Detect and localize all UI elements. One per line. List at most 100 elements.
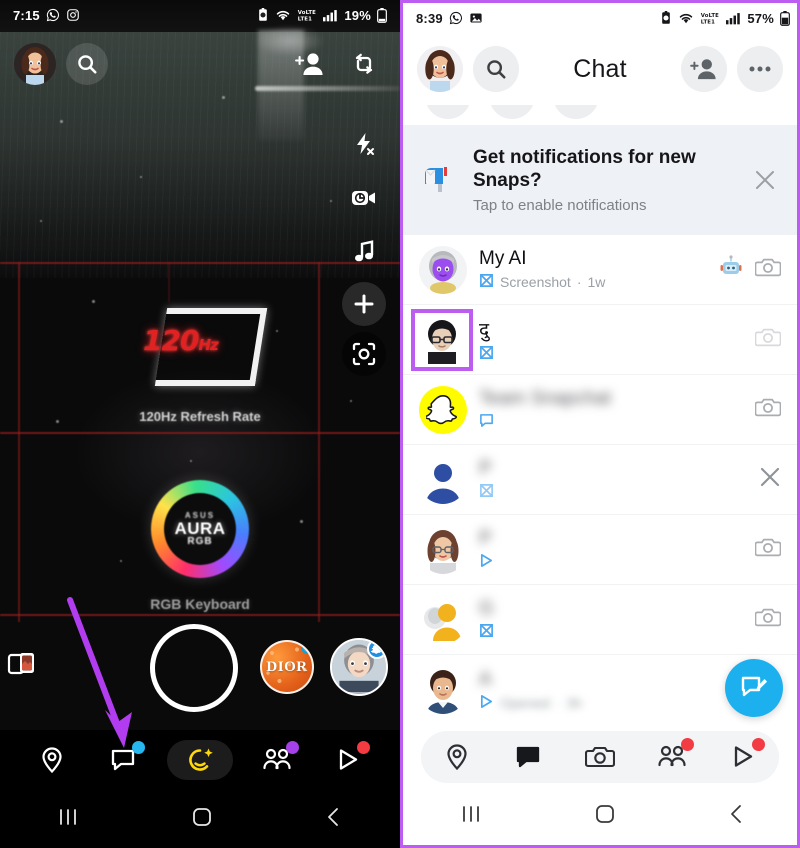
flip-camera-icon[interactable] xyxy=(342,43,386,85)
nav-spotlight-badge xyxy=(752,738,766,751)
music-icon[interactable] xyxy=(340,228,388,276)
nav-friends[interactable] xyxy=(249,740,305,780)
avatar[interactable] xyxy=(419,385,467,434)
snap-sent-icon xyxy=(479,483,494,501)
profile-avatar-button[interactable] xyxy=(14,43,56,85)
volte-icon: VoLTE LTE1 xyxy=(700,11,720,25)
aura-title: AURA xyxy=(174,518,226,538)
chat-time: 1w xyxy=(587,274,606,290)
close-icon[interactable] xyxy=(751,166,779,194)
lens-dior[interactable]: DIOR xyxy=(260,640,314,694)
home-button[interactable] xyxy=(190,805,214,834)
signal-icon xyxy=(323,9,338,22)
chat-list: My AI Screenshot · 1w दु Team Snapchat P… xyxy=(403,235,797,733)
snap-received-icon xyxy=(479,273,494,291)
nav-map[interactable] xyxy=(24,740,80,780)
whatsapp-icon xyxy=(46,8,60,22)
camera-icon[interactable] xyxy=(754,605,782,634)
alarm-icon xyxy=(257,8,269,22)
nav-spotlight[interactable] xyxy=(715,737,771,777)
avatar[interactable] xyxy=(419,595,467,644)
camera-icon[interactable] xyxy=(754,325,782,354)
notification-banner[interactable]: Get notifications for new Snaps? Tap to … xyxy=(403,125,797,235)
lens-new-dot xyxy=(301,642,312,654)
scan-icon[interactable] xyxy=(342,332,386,376)
chat-dot: · xyxy=(576,274,582,290)
camera-icon[interactable] xyxy=(754,535,782,564)
nav-camera[interactable] xyxy=(572,737,628,777)
page-title: Chat xyxy=(573,54,627,83)
chat-name: दु xyxy=(479,320,490,341)
snap-opened-icon xyxy=(479,694,494,712)
back-button[interactable] xyxy=(323,806,345,833)
new-chat-button[interactable] xyxy=(725,659,783,717)
shutter-button[interactable] xyxy=(150,624,238,712)
notification-title: Get notifications for new Snaps? xyxy=(473,146,696,191)
right-phone-chat-screen: 8:39 VoLTE LTE1 57% Chat Get notificatio… xyxy=(400,0,800,848)
nav-spotlight[interactable] xyxy=(320,740,376,780)
chat-row-person-2[interactable]: P xyxy=(403,515,797,585)
camera-icon[interactable] xyxy=(754,255,782,284)
add-friend-icon[interactable] xyxy=(288,43,332,85)
profile-avatar-button[interactable] xyxy=(417,46,463,92)
viewfinder-aura-graphic: ASUS AURA RGB RGB Keyboard xyxy=(0,480,400,612)
chat-name: My AI xyxy=(479,248,527,269)
back-button[interactable] xyxy=(726,803,748,830)
aura-sub: RGB xyxy=(187,535,213,547)
chat-icon xyxy=(479,413,494,431)
flash-off-icon[interactable] xyxy=(340,120,388,168)
video-timer-icon[interactable] xyxy=(340,174,388,222)
camera-icon[interactable] xyxy=(754,395,782,424)
chat-row-my-ai[interactable]: My AI Screenshot · 1w xyxy=(403,235,797,305)
memories-icon[interactable] xyxy=(0,632,48,696)
add-lens-icon[interactable] xyxy=(342,282,386,326)
svg-text:VoLTE: VoLTE xyxy=(298,10,316,16)
wifi-icon xyxy=(678,11,694,25)
avatar[interactable] xyxy=(419,525,467,574)
nav-chat[interactable] xyxy=(95,740,151,780)
home-button[interactable] xyxy=(593,802,617,831)
chat-row-group[interactable]: G xyxy=(403,585,797,655)
search-icon[interactable] xyxy=(473,46,519,92)
snap-delivered-icon xyxy=(479,553,494,571)
nav-friends[interactable] xyxy=(644,737,700,777)
camera-top-controls xyxy=(0,38,400,90)
left-phone-camera-screen: 7:15 VoLTE LTE1 19% 120Hz 120Hz Refresh … xyxy=(0,0,400,848)
chat-row-person-1[interactable]: P xyxy=(403,445,797,515)
signal-icon xyxy=(726,12,741,25)
add-friend-icon[interactable] xyxy=(681,46,727,92)
avatar[interactable] xyxy=(419,666,467,714)
chat-name: P xyxy=(479,458,492,479)
wifi-icon xyxy=(275,8,291,22)
snap-received-icon xyxy=(479,623,494,641)
right-android-nav xyxy=(403,787,797,845)
alarm-icon xyxy=(660,11,672,25)
nav-chat[interactable] xyxy=(500,737,556,777)
chat-row-team-snapchat[interactable]: Team Snapchat xyxy=(403,375,797,445)
right-bottom-nav xyxy=(421,731,779,783)
battery-icon xyxy=(377,7,387,23)
volte-icon: VoLTE LTE1 xyxy=(297,8,317,22)
search-icon[interactable] xyxy=(66,43,108,85)
lens-avatar[interactable] xyxy=(330,638,388,696)
robot-emoji xyxy=(719,255,743,284)
recents-button[interactable] xyxy=(458,803,484,830)
svg-text:VoLTE: VoLTE xyxy=(701,13,719,19)
close-icon[interactable] xyxy=(759,466,781,493)
nav-map[interactable] xyxy=(429,737,485,777)
recents-button[interactable] xyxy=(55,806,81,833)
aura-rgb-ring: ASUS AURA RGB xyxy=(151,480,249,578)
nav-camera[interactable] xyxy=(166,740,233,780)
camera-tools-rail xyxy=(340,120,388,376)
keyboard-caption: RGB Keyboard xyxy=(150,596,250,612)
avatar[interactable] xyxy=(419,245,467,294)
left-android-nav xyxy=(0,790,400,848)
snap-received-icon xyxy=(479,345,494,363)
more-options-icon[interactable] xyxy=(737,46,783,92)
hz-value: 120 xyxy=(143,324,199,357)
whatsapp-icon xyxy=(449,11,463,25)
battery-percent: 57% xyxy=(747,10,774,26)
chat-row-highlighted[interactable]: दु xyxy=(403,305,797,375)
avatar[interactable] xyxy=(419,455,467,504)
chat-name: Team Snapchat xyxy=(479,388,612,409)
